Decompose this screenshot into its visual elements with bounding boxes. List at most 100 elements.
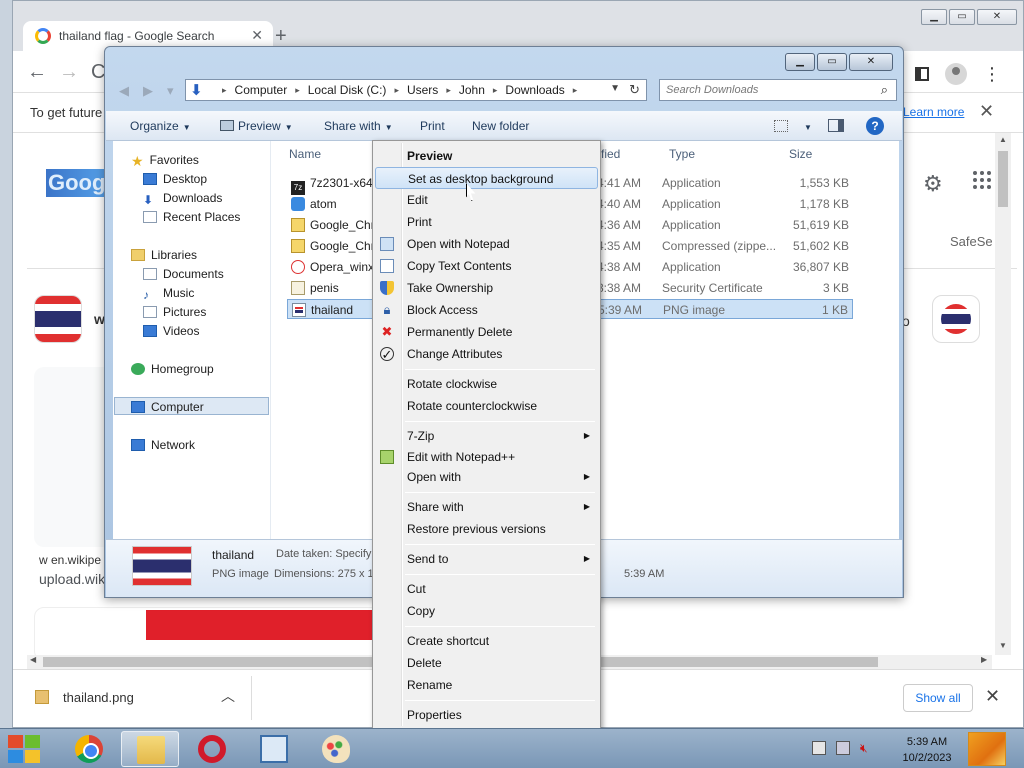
breadcrumb-john[interactable]: John [459, 83, 485, 97]
scroll-right-icon[interactable]: ▶ [981, 655, 987, 664]
menu-item-cut[interactable]: Cut [375, 578, 598, 600]
learn-more-link[interactable]: Learn more [903, 105, 964, 119]
network-icon[interactable] [836, 741, 850, 755]
result-url[interactable]: upload.wik [39, 571, 105, 587]
taskbar-paint[interactable] [307, 731, 365, 767]
column-name[interactable]: Name [289, 147, 321, 161]
menu-item-rotate-clockwise[interactable]: Rotate clockwise [375, 373, 598, 395]
side-panel-icon[interactable] [915, 67, 929, 81]
thumbnail-chip-left[interactable] [34, 295, 82, 343]
nav-downloads[interactable]: ⬇ Downloads [143, 191, 222, 207]
settings-gear-icon[interactable]: ⚙ [923, 171, 943, 197]
close-shelf-icon[interactable]: ✕ [985, 686, 1000, 707]
nav-recent-places[interactable]: Recent Places [143, 210, 240, 224]
action-center-icon[interactable] [812, 741, 826, 755]
nav-music[interactable]: ♪ Music [143, 286, 194, 302]
close-infobar-icon[interactable]: ✕ [979, 101, 994, 122]
column-type[interactable]: Type [669, 147, 695, 161]
new-folder-button[interactable]: New folder [472, 119, 529, 133]
menu-item-rotate-counterclockwise[interactable]: Rotate counterclockwise [375, 395, 598, 417]
maximize-button[interactable]: ▭ [949, 9, 975, 25]
close-window-button[interactable]: ✕ [849, 53, 893, 71]
menu-item-delete[interactable]: Delete [375, 652, 598, 674]
taskbar-explorer[interactable] [121, 731, 179, 767]
maximize-button[interactable]: ▭ [817, 53, 847, 71]
thumbnail-chip-right[interactable] [932, 295, 980, 343]
forward-icon[interactable]: → [59, 61, 79, 84]
start-button[interactable] [8, 735, 42, 763]
menu-item-7zip[interactable]: 7-Zip ▶ [375, 425, 598, 447]
google-apps-icon[interactable] [973, 171, 991, 189]
profile-avatar[interactable] [945, 63, 967, 85]
menu-item-share-with[interactable]: Share with ▶ [375, 496, 598, 518]
menu-kebab-icon[interactable]: ⋮ [983, 65, 1001, 83]
nav-favorites[interactable]: ★ Favorites [131, 153, 199, 170]
clock[interactable]: 5:39 AM 10/2/2023 [898, 734, 956, 766]
menu-item-open-with-notepad[interactable]: Open with Notepad [375, 233, 598, 255]
scroll-up-icon[interactable]: ▲ [999, 135, 1007, 144]
nav-desktop[interactable]: Desktop [143, 172, 207, 186]
menu-item-properties[interactable]: Properties [375, 704, 598, 726]
taskbar-opera[interactable] [183, 731, 241, 767]
menu-item-rename[interactable]: Rename [375, 674, 598, 696]
breadcrumb-local-disk[interactable]: Local Disk (C:) [308, 83, 387, 97]
organize-button[interactable]: Organize ▼ [130, 119, 191, 133]
google-logo[interactable]: Goog [46, 169, 106, 197]
column-size[interactable]: Size [789, 147, 812, 161]
taskbar-control-panel[interactable] [245, 731, 303, 767]
volume-muted-icon[interactable]: 🔇︎ [860, 741, 874, 755]
nav-pictures[interactable]: Pictures [143, 305, 206, 319]
new-tab-button[interactable]: + [275, 25, 287, 48]
menu-item-create-shortcut[interactable]: Create shortcut [375, 630, 598, 652]
download-item[interactable]: thailand.png [35, 690, 134, 705]
close-window-button[interactable]: ✕ [977, 9, 1017, 25]
preview-pane-icon[interactable] [828, 119, 844, 132]
change-view-icon[interactable] [774, 120, 788, 132]
menu-item-edit[interactable]: Edit [375, 189, 598, 211]
menu-item-copy-text-contents[interactable]: Copy Text Contents [375, 255, 598, 277]
menu-item-edit-with-notepadpp[interactable]: Edit with Notepad++ [375, 446, 598, 468]
menu-item-block-access[interactable]: 🔒︎ Block Access [375, 299, 598, 321]
menu-item-set-desktop-background[interactable]: Set as desktop background [375, 167, 598, 189]
safesearch-label[interactable]: SafeSe [950, 234, 993, 249]
view-dropdown-icon[interactable]: ▼ [800, 119, 812, 133]
breadcrumb-computer[interactable]: Computer [235, 83, 288, 97]
menu-item-change-attributes[interactable]: ✓ Change Attributes [375, 343, 598, 365]
show-all-button[interactable]: Show all [903, 684, 973, 712]
nav-videos[interactable]: Videos [143, 324, 199, 338]
scroll-left-icon[interactable]: ◀ [30, 655, 36, 664]
preview-button[interactable]: Preview ▼ [220, 119, 293, 133]
menu-item-preview[interactable]: Preview [375, 145, 598, 167]
column-modified[interactable]: fied [601, 147, 620, 161]
details-date-taken[interactable]: Date taken: Specify [276, 548, 371, 560]
menu-item-open-with[interactable]: Open with ▶ [375, 466, 598, 488]
back-forward-icon[interactable]: ◀▶▾ [119, 83, 188, 99]
menu-item-send-to[interactable]: Send to ▶ [375, 548, 598, 570]
breadcrumb-downloads[interactable]: Downloads [505, 83, 564, 97]
minimize-button[interactable]: ▁ [921, 9, 947, 25]
address-bar[interactable]: ⬇ ▸ Computer ▸ Local Disk (C:) ▸ Users ▸… [185, 79, 647, 101]
nav-computer[interactable]: Computer [131, 400, 204, 414]
minimize-button[interactable]: ▁ [785, 53, 815, 71]
menu-item-print[interactable]: Print [375, 211, 598, 233]
search-icon[interactable]: ⌕ [881, 82, 888, 98]
nav-homegroup[interactable]: Homegroup [131, 362, 214, 376]
scroll-down-icon[interactable]: ▼ [999, 641, 1007, 650]
breadcrumb-users[interactable]: Users [407, 83, 438, 97]
nav-documents[interactable]: Documents [143, 267, 224, 281]
refresh-icon[interactable]: ↻ [629, 82, 640, 98]
search-input[interactable]: Search Downloads ⌕ [659, 79, 897, 101]
nav-network[interactable]: Network [131, 438, 195, 452]
scroll-thumb[interactable] [998, 151, 1008, 207]
address-dropdown-icon[interactable]: ▼ [610, 83, 620, 94]
share-with-button[interactable]: Share with ▼ [324, 119, 393, 133]
image-result-card-2[interactable] [34, 607, 384, 661]
vertical-scrollbar[interactable]: ▲ ▼ [995, 133, 1011, 655]
nav-libraries[interactable]: Libraries [131, 248, 197, 262]
taskbar-chrome[interactable] [60, 731, 118, 767]
chevron-up-icon[interactable]: ︿ [221, 686, 235, 706]
help-icon[interactable]: ? [866, 117, 884, 135]
show-desktop-button[interactable] [968, 732, 1006, 766]
menu-item-permanently-delete[interactable]: ✖ Permanently Delete [375, 321, 598, 343]
menu-item-take-ownership[interactable]: Take Ownership [375, 277, 598, 299]
